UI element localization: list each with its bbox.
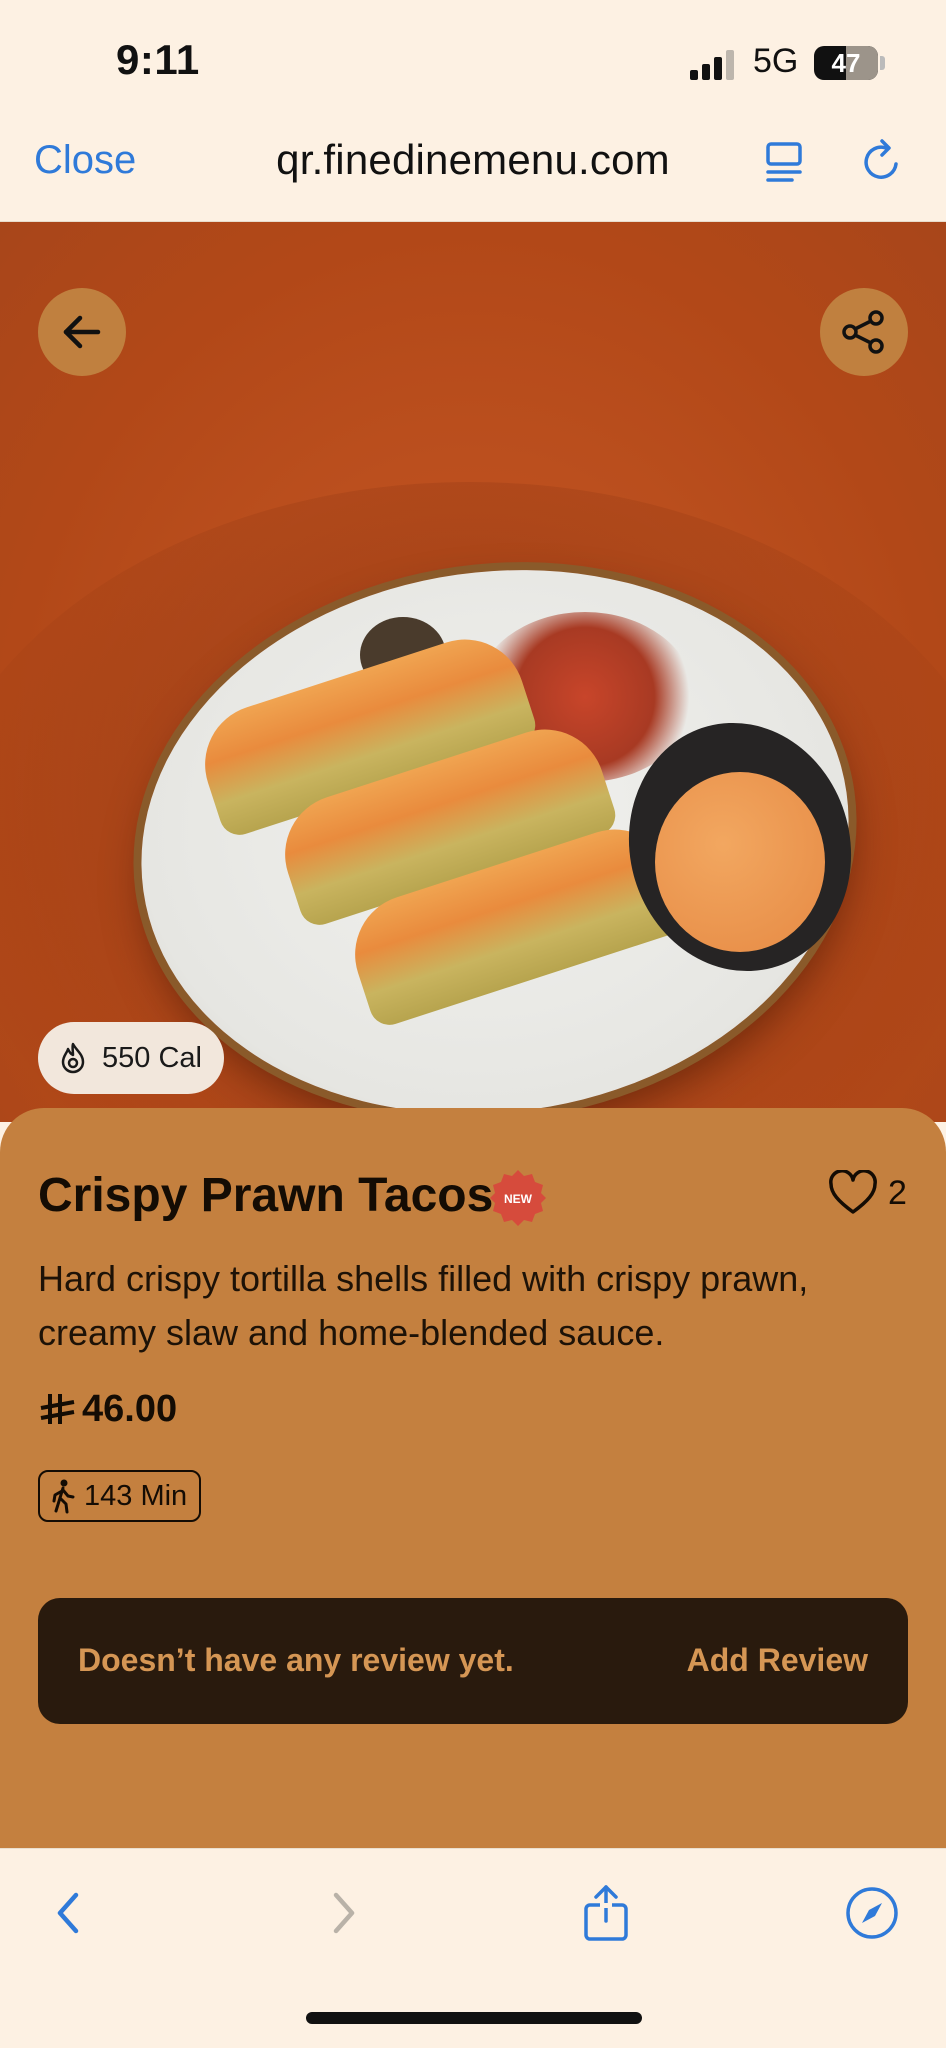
- prep-time-value: 143 Min: [84, 1479, 188, 1512]
- dish-photo: 550 Cal: [0, 222, 946, 1122]
- forward-chevron-icon[interactable]: [312, 1883, 372, 1943]
- sauce: [655, 772, 825, 952]
- back-chevron-icon[interactable]: [40, 1883, 100, 1943]
- new-badge: NEW: [490, 1170, 546, 1226]
- item-description: Hard crispy tortilla shells filled with …: [38, 1258, 809, 1353]
- compass-icon[interactable]: [842, 1883, 902, 1943]
- riyal-currency-icon: [40, 1393, 75, 1424]
- item-title: Crispy Prawn Tacos: [38, 1169, 494, 1222]
- item-price: 46.00: [38, 1388, 177, 1431]
- reader-icon[interactable]: [758, 134, 812, 188]
- review-bar: Doesn’t have any review yet. Add Review: [38, 1598, 908, 1724]
- browser-header: Close qr.finedinemenu.com: [0, 120, 946, 222]
- status-time: 9:11: [116, 36, 200, 83]
- calorie-badge: 550 Cal: [38, 1022, 224, 1094]
- prep-time-chip: 143 Min: [38, 1470, 202, 1522]
- share-icon: [842, 310, 884, 354]
- share-button[interactable]: [820, 288, 908, 376]
- like-count: 2: [888, 1173, 907, 1212]
- item-details-card: Crispy Prawn Tacos NEW 2 Hard crispy tor…: [0, 1108, 946, 1848]
- new-badge-text: NEW: [504, 1192, 533, 1206]
- share-icon[interactable]: [576, 1883, 636, 1943]
- status-bar: 9:11 5G 47: [0, 0, 946, 120]
- battery-icon: 47: [814, 46, 878, 80]
- price-value: 46.00: [82, 1388, 178, 1430]
- signal-icon: [690, 48, 738, 80]
- arrow-left-icon: [63, 315, 101, 349]
- calorie-value: 550 Cal: [102, 1041, 202, 1074]
- home-indicator: [306, 2012, 642, 2024]
- add-review-button[interactable]: Add Review: [687, 1642, 868, 1679]
- network-type: 5G: [753, 42, 799, 80]
- battery-level: 47: [831, 48, 861, 78]
- reload-icon[interactable]: [856, 134, 910, 188]
- walking-icon: [52, 1479, 75, 1514]
- flame-icon: [61, 1042, 85, 1074]
- no-review-text: Doesn’t have any review yet.: [78, 1642, 514, 1678]
- back-button[interactable]: [38, 288, 126, 376]
- heart-icon: [829, 1170, 877, 1214]
- like-button[interactable]: 2: [828, 1170, 907, 1216]
